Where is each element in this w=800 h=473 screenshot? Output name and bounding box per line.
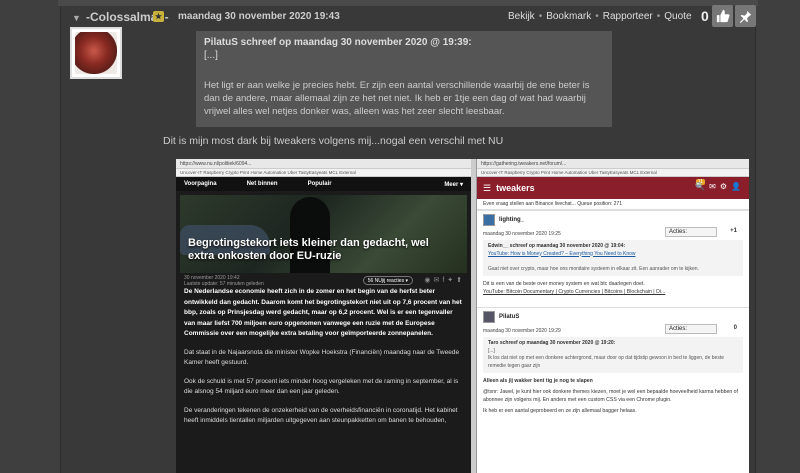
tw-post-score: +1 [730,228,737,234]
tw-quote-text: Gaat niet over crypto, maar hoe ons moni… [488,265,699,272]
separator: • [538,11,543,22]
separator: • [595,11,599,22]
embedded-screenshot[interactable]: https://www.nu.nl/politiek/6094... Uncov… [176,159,749,473]
tw-header: ☰ tweakers 11 🔍✉⚙👤 [477,177,749,199]
nu-meta-update: Laatste update: 57 minuten geleden [184,281,264,287]
tw-post-date: maandag 30 november 2020 19:29 [483,328,561,334]
tw-avatar [483,214,495,226]
tw-sub-text: Even vraag stellen aan Binance livechat.… [477,199,749,210]
nu-url-bar: https://www.nu.nl/politiek/6094... [176,159,471,169]
action-quote[interactable]: Quote [664,11,691,22]
nu-bookmarks-bar: Uncover-IT Raspberry Crypto Print Home A… [176,169,471,177]
hamburger-menu-icon: ☰ [483,182,492,193]
tw-post-user: PilatuS [483,311,743,323]
action-rapporteer[interactable]: Rapporteer [603,11,653,22]
tw-quote: Edwin__ schreef op maandag 30 november 2… [483,240,743,276]
tw-post-heading: Alleen als jij wakker bent tig je nog te… [483,378,593,384]
user-badge-icon: ★ [153,11,164,22]
tw-post-meta: maandag 30 november 2020 19:29 Acties: 0 [483,323,743,334]
nu-share-icons: ◉✉f✦⬆ [424,277,465,284]
thumbs-up-button[interactable] [712,5,733,27]
nu-reactions-button: 56 NUjij reacties ▾ [362,276,413,285]
tw-post: PilatuS maandag 30 november 2020 19:29 A… [477,307,749,418]
tw-quote-ellipsis: [...] [488,347,495,354]
quote-header[interactable]: PilatuS schreef op maandag 30 november 2… [204,37,604,48]
nu-nav-populair: Populair [307,181,332,187]
tw-acties-select: Acties: [665,227,717,237]
tw-quote-text: Ik los dat niet op met een donkere achte… [488,355,724,369]
post-actions: Bekijk • Bookmark • Rapporteer • Quote [508,11,692,22]
tw-acties-select: Acties: [665,324,717,334]
separator: • [656,11,661,22]
nu-paragraph: De veranderingen tekenen de onzekerheid … [184,406,458,425]
tw-avatar [483,311,495,323]
nu-hero-image: Begrotingstekort iets kleiner dan gedach… [180,195,467,273]
pin-button[interactable] [735,5,756,27]
nu-article-body: De Nederlandse economie heeft zich in de… [176,287,471,427]
tweakers-browser-pane: https://gathering.tweakers.net/forum/...… [476,159,749,473]
nu-nav-meer: Meer ▾ [444,181,463,188]
tw-quote-header: Taro schreef op maandag 30 november 2020… [488,340,616,346]
nu-paragraph: Dat staat in de Najaarsnota die minister… [184,348,460,367]
thumbs-up-icon [716,9,730,23]
tw-post-text: @txnr: Jawel, je kunt hier ook donkere t… [483,389,738,403]
tw-quote-link: YouTube: How is Money Created? – Everyth… [488,250,636,257]
tw-username: lighting_ [499,217,524,223]
quote-body: Het ligt er aan welke je precies hebt. E… [204,80,590,117]
tw-post-link: YouTube: Bitcoin Documentary | Crypto Cu… [483,289,666,295]
quote-ellipsis: [...] [204,50,218,61]
page-background-right [757,0,800,473]
tw-post-score: 0 [733,325,737,331]
nu-article-title: Begrotingstekort iets kleiner dan gedach… [188,237,429,262]
avatar-image [75,32,117,74]
action-bekijk[interactable]: Bekijk [508,11,535,22]
nu-nav-voorpagina: Voorpagina [184,181,217,187]
tw-logo: tweakers [496,183,535,193]
tw-post-meta: maandag 30 november 2020 19:25 Acties: +… [483,226,743,237]
tw-post-user: lighting_ [483,214,743,226]
nu-paragraph: Ook de schuld is met 57 procent iets min… [184,377,459,396]
tw-post: lighting_ maandag 30 november 2020 19:25… [477,210,749,299]
tw-quote: Taro schreef op maandag 30 november 2020… [483,337,743,373]
tw-post-text: Dit is een van de beste over money syste… [483,281,645,287]
post-score: 0 [701,8,709,24]
post-date[interactable]: maandag 30 november 2020 19:43 [178,11,340,22]
page-background-left [0,0,60,473]
nu-paragraph: De Nederlandse economie heeft zich in de… [184,288,462,337]
tw-post-date: maandag 30 november 2020 19:25 [483,231,561,237]
nu-nav: Voorpagina Net binnen Populair Meer ▾ [176,177,471,191]
nu-browser-pane: https://www.nu.nl/politiek/6094... Uncov… [176,159,471,473]
pin-icon [739,10,752,23]
action-bookmark[interactable]: Bookmark [546,11,591,22]
tw-url-bar: https://gathering.tweakers.net/forum/... [477,159,749,169]
collapse-toggle-icon[interactable]: ▼ [72,13,81,23]
tw-header-icons: 🔍✉⚙👤 [695,182,745,191]
tw-username: PilatuS [499,314,520,320]
quote-block: PilatuS schreef op maandag 30 november 2… [196,31,612,127]
avatar[interactable] [70,27,122,79]
nu-nav-net-binnen: Net binnen [246,181,278,187]
tw-quote-header: Edwin__ schreef op maandag 30 november 2… [488,243,626,249]
tw-post-text: Ik heb er een aantal geprobeerd en ze zi… [483,408,637,414]
post-text: Dit is mijn most dark bij tweakers volge… [163,135,504,147]
tw-bookmarks-bar: Uncover-IT Raspberry Crypto Print Home A… [477,169,749,177]
nu-article-meta: 30 november 2020 19:42 Laatste update: 5… [176,273,471,287]
